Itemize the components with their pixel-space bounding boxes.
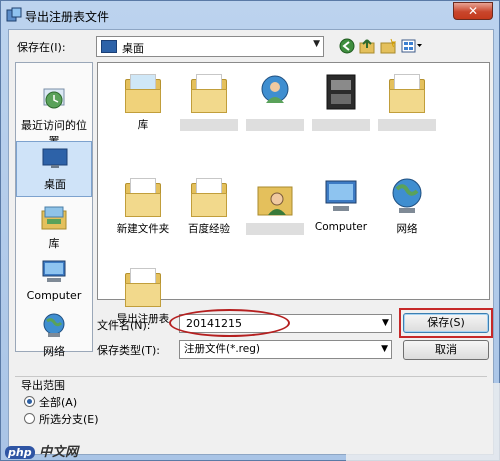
blurred-label: [378, 119, 436, 131]
place-libraries[interactable]: 库: [16, 201, 92, 257]
location-dropdown[interactable]: 桌面 ▼: [96, 36, 324, 57]
blurred-label: [312, 119, 370, 131]
user-folder-icon: [257, 186, 293, 216]
network-icon: [392, 178, 422, 213]
file-item[interactable]: [242, 173, 308, 253]
save-dialog: 导出注册表文件 ✕ 保存在(I): 桌面 ▼ 最近访问的位 桌面 库 Compu…: [0, 0, 500, 461]
save-in-label: 保存在(I):: [17, 41, 66, 54]
network-icon: [43, 313, 65, 337]
recent-places-icon: [43, 88, 65, 109]
blurred-label: [246, 119, 304, 131]
libraries-icon: [41, 206, 67, 230]
radio-selected-branch-label[interactable]: 所选分支(E): [39, 411, 99, 427]
folder-icon: [389, 71, 425, 113]
location-value: 桌面: [122, 42, 144, 55]
place-recent[interactable]: 最近访问的位置: [16, 83, 92, 148]
filetype-dropdown[interactable]: 注册文件(*.reg) ▼: [179, 340, 392, 359]
filename-label: 文件名(N):: [97, 319, 151, 332]
file-item[interactable]: [374, 69, 440, 149]
place-label: 桌面: [44, 178, 66, 191]
place-label: 库: [48, 237, 60, 250]
desktop-icon: [42, 148, 68, 168]
location-bar: 保存在(I): 桌面 ▼: [9, 30, 493, 64]
computer-icon: [42, 260, 66, 282]
places-bar: 最近访问的位置 桌面 库: [15, 62, 93, 358]
radio-all[interactable]: [24, 396, 35, 407]
window-title: 导出注册表文件: [25, 10, 110, 24]
close-icon: ✕: [467, 4, 479, 18]
video-folder-icon: [326, 74, 356, 110]
file-item-new-folder[interactable]: 新建文件夹: [110, 173, 176, 253]
file-list: 库 新建文件夹 百度经验 Computer 网络 导出注册表: [97, 62, 490, 325]
file-item-network[interactable]: 网络: [374, 173, 440, 253]
folder-icon: [191, 175, 227, 217]
export-range-title: 导出范围: [21, 379, 65, 392]
folder-icon: [191, 71, 227, 113]
watermark-logo: php 中文网: [5, 441, 78, 460]
file-label: 库: [137, 119, 149, 131]
new-folder-icon[interactable]: [380, 37, 396, 55]
title-bar: 导出注册表文件 ✕: [1, 1, 499, 29]
place-label: Computer: [26, 289, 82, 302]
folder-icon: [125, 265, 161, 307]
filetype-label: 保存类型(T):: [97, 344, 161, 357]
watermark-site: 中文网: [39, 445, 79, 460]
file-item-libraries[interactable]: 库: [110, 69, 176, 149]
highlight-ellipse: [169, 309, 290, 337]
up-folder-icon[interactable]: [359, 37, 375, 55]
watermark-brand: php: [5, 446, 35, 459]
desktop-icon: [101, 40, 117, 53]
close-button[interactable]: ✕: [453, 2, 493, 20]
file-label: 百度经验: [188, 223, 230, 235]
file-item[interactable]: [308, 69, 374, 149]
regedit-icon: [6, 7, 22, 22]
chevron-down-icon[interactable]: ▼: [313, 39, 320, 49]
file-label: 网络: [396, 223, 418, 235]
cancel-button[interactable]: 取消: [403, 340, 489, 360]
file-item[interactable]: [176, 69, 242, 149]
place-network[interactable]: 网络: [16, 309, 92, 365]
place-desktop[interactable]: 桌面: [16, 141, 92, 197]
user-network-icon: [261, 75, 289, 103]
back-icon[interactable]: [339, 37, 355, 55]
chevron-down-icon[interactable]: ▼: [381, 341, 388, 358]
folder-icon: [125, 175, 161, 217]
radio-all-label[interactable]: 全部(A): [39, 394, 77, 410]
blurred-label: [246, 223, 304, 235]
file-item-baidu[interactable]: 百度经验: [176, 173, 242, 253]
file-item[interactable]: [242, 69, 308, 149]
place-label: 网络: [43, 345, 65, 358]
view-menu-icon[interactable]: [401, 37, 423, 55]
highlight-rectangle: [399, 308, 493, 338]
libraries-folder-icon: [125, 71, 161, 113]
file-item-computer[interactable]: Computer: [308, 173, 374, 253]
blurred-label: [180, 119, 238, 131]
place-computer[interactable]: Computer: [16, 255, 92, 311]
filetype-value: 注册文件(*.reg): [184, 343, 260, 355]
computer-icon: [325, 180, 357, 211]
blurred-corner: [346, 383, 500, 461]
radio-selected-branch[interactable]: [24, 413, 35, 424]
